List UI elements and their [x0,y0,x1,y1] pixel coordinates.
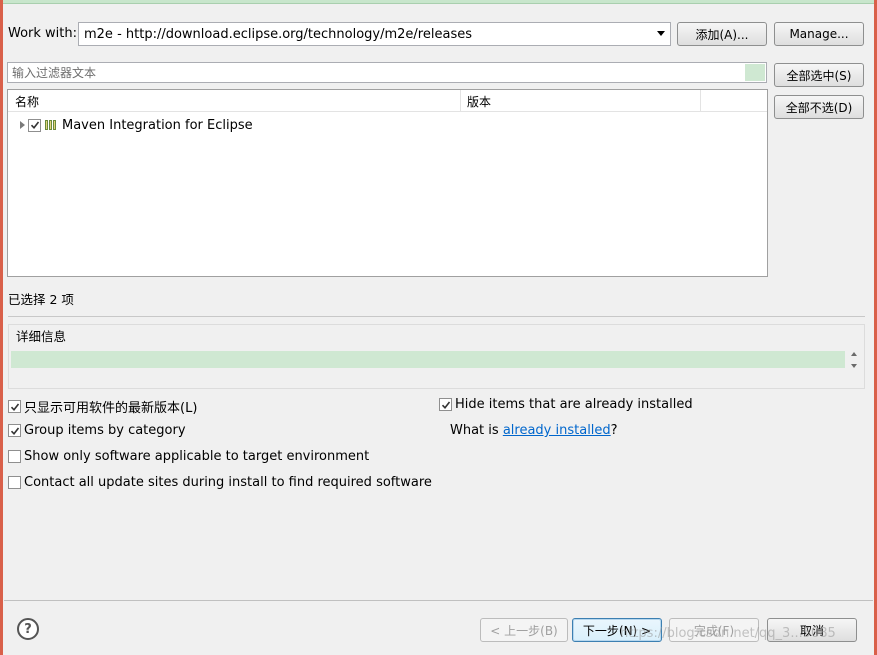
column-header-name[interactable]: 名称 [8,90,460,112]
work-with-combo[interactable]: m2e - http://download.eclipse.org/techno… [78,22,671,46]
already-installed-info: What is already installed? [450,423,618,438]
target-environment-label: Show only software applicable to target … [24,449,370,464]
deselect-all-button[interactable]: 全部不选(D) [774,95,864,119]
option-latest-versions[interactable]: 只显示可用软件的最新版本(L) [8,397,197,416]
column-divider [700,90,701,112]
row-checkbox[interactable] [28,118,41,132]
target-environment-checkbox[interactable] [8,450,21,463]
hide-installed-checkbox[interactable] [439,398,452,411]
work-with-label: Work with: [8,26,78,41]
column-header-version[interactable]: 版本 [460,90,700,112]
tree-header: 名称 版本 [8,90,767,112]
contact-sites-checkbox[interactable] [8,476,21,489]
help-icon[interactable]: ? [17,618,39,640]
back-button[interactable]: < 上一步(B) [480,618,568,642]
filter-clear-icon[interactable] [745,64,765,81]
group-by-category-checkbox[interactable] [8,424,21,437]
option-contact-sites[interactable]: Contact all update sites during install … [8,475,432,490]
details-text-area[interactable] [11,351,845,368]
work-with-value: m2e - http://download.eclipse.org/techno… [84,26,472,42]
what-is-text: What is [450,423,499,438]
window-left-border [0,0,3,655]
expand-arrow-icon[interactable] [8,117,28,133]
question-mark-text: ? [610,423,618,438]
manage-button[interactable]: Manage... [774,22,864,46]
scroll-up-icon[interactable] [851,352,857,356]
separator [8,316,865,317]
filter-input[interactable]: 输入过滤器文本 [7,62,767,83]
filter-placeholder: 输入过滤器文本 [12,66,97,80]
window-top-border [0,0,877,4]
latest-versions-checkbox[interactable] [8,400,21,413]
scroll-down-icon[interactable] [851,364,857,368]
watermark: https://blog.csdn.net/qq_3...5085 [620,626,836,641]
already-installed-link[interactable]: already installed [503,423,611,438]
tree-row[interactable]: Maven Integration for Eclipse [8,115,253,135]
software-tree[interactable]: 名称 版本 Maven Integration for Eclipse [7,89,768,277]
selection-status: 已选择 2 项 [8,292,74,307]
add-site-button[interactable]: 添加(A)... [677,22,767,46]
feature-package-icon [45,120,56,130]
row-label: Maven Integration for Eclipse [62,117,253,133]
hide-installed-label: Hide items that are already installed [455,397,693,412]
contact-sites-label: Contact all update sites during install … [24,475,432,490]
footer-separator [4,600,873,601]
option-hide-installed[interactable]: Hide items that are already installed [439,397,693,412]
group-by-category-label: Group items by category [24,423,186,438]
details-title: 详细信息 [16,329,67,344]
option-group-by-category[interactable]: Group items by category [8,423,186,438]
select-all-button[interactable]: 全部选中(S) [774,63,864,87]
latest-versions-label: 只显示可用软件的最新版本(L) [24,401,198,416]
chevron-down-icon[interactable] [657,31,665,36]
option-target-environment[interactable]: Show only software applicable to target … [8,449,369,464]
